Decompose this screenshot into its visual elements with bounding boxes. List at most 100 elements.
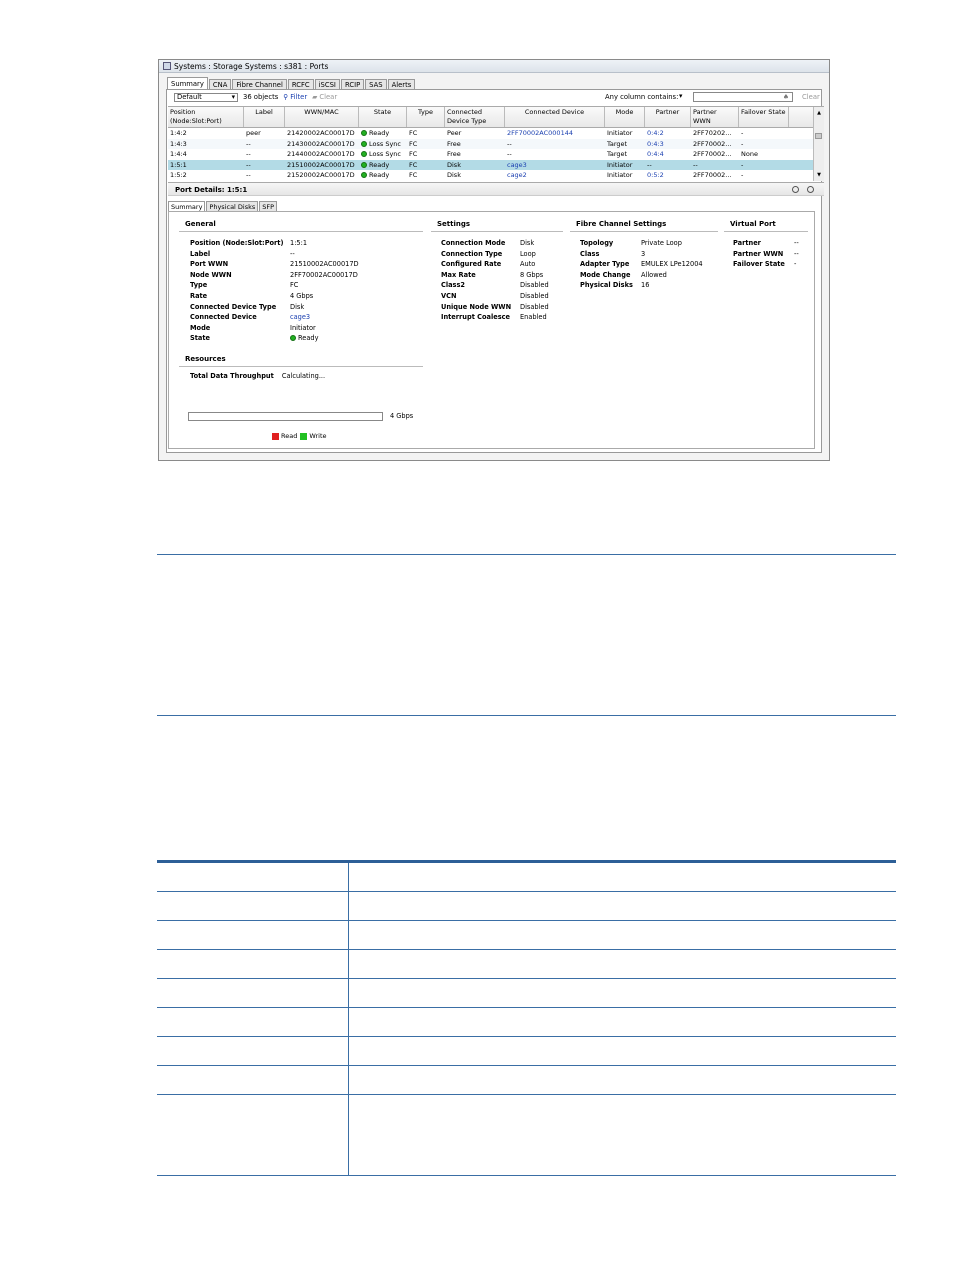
- cell-device: --: [505, 149, 605, 160]
- detail-value-text: Disk: [520, 239, 535, 247]
- cell-wwn-text: 21430002AC00017D: [287, 139, 355, 148]
- scroll-down-icon[interactable]: ▼: [814, 172, 824, 178]
- detail-value-text: 3: [641, 249, 646, 258]
- collapse-icon[interactable]: [792, 186, 799, 193]
- detail-row: Connection Type Loop: [441, 249, 536, 260]
- table-row[interactable]: 1:4:3 -- 21430002AC00017D Loss Sync FC Free --…: [168, 138, 824, 150]
- detail-key: VCN: [441, 291, 457, 300]
- cell-mode-text: Initiator: [607, 129, 633, 137]
- cell-type: FC: [407, 139, 445, 150]
- cell-mode: Target: [605, 139, 645, 150]
- detail-key: Partner WWN: [733, 249, 784, 258]
- cell-mode: Target: [605, 149, 645, 160]
- column-header[interactable]: Connected Device: [505, 107, 605, 127]
- column-header[interactable]: WWN/MAC: [285, 107, 359, 127]
- search-input[interactable]: ♠: [693, 92, 793, 102]
- column-header[interactable]: Connected Device Type: [445, 107, 505, 127]
- view-select[interactable]: Default ▾: [174, 92, 238, 102]
- cell-device-text[interactable]: cage3: [507, 161, 527, 169]
- filter-button[interactable]: ⚲ Filter: [283, 93, 307, 101]
- table-row[interactable]: 1:5:2 -- 21520002AC00017D Ready FC Disk cage2 I…: [168, 170, 824, 181]
- read-label: Read: [281, 432, 298, 440]
- write-swatch: [300, 432, 308, 440]
- cell-wwn: 21420002AC00017D: [285, 128, 359, 139]
- cell-partner-text[interactable]: 0:4:3: [647, 140, 664, 148]
- column-header[interactable]: Partner: [645, 107, 691, 127]
- column-header[interactable]: State: [359, 107, 407, 127]
- detail-row: State Ready: [190, 333, 318, 344]
- cell-device_type: Free: [445, 139, 505, 150]
- expand-icon[interactable]: [807, 186, 814, 193]
- table-row[interactable]: 1:4:2 peer 21420002AC00017D Ready FC Peer 2FF7…: [168, 128, 824, 139]
- column-filter-dropdown-icon[interactable]: ▾: [679, 92, 682, 100]
- general-divider: [179, 231, 423, 232]
- cell-state: Ready: [359, 128, 407, 139]
- table-row: [157, 891, 896, 921]
- detail-value-text: 2FF70002AC00017D: [290, 270, 358, 279]
- cell-partner-text[interactable]: 0:4:4: [647, 150, 664, 158]
- detail-key: Type: [190, 281, 208, 290]
- scroll-thumb[interactable]: [815, 133, 822, 139]
- table-row[interactable]: 1:5:1 -- 21510002AC00017D Ready FC Disk cage3 I…: [168, 159, 824, 171]
- clear-filter-button[interactable]: ▰ Clear: [312, 93, 337, 101]
- detail-value: Ready: [290, 333, 318, 344]
- grid-scrollbar[interactable]: ▲ ▼: [813, 107, 824, 181]
- column-header[interactable]: Label: [244, 107, 285, 127]
- cell-wwn: 21510002AC00017D: [285, 160, 359, 171]
- detail-key: Adapter Type: [580, 260, 630, 269]
- column-header[interactable]: Type: [407, 107, 445, 127]
- throughput-legend: Read Write: [272, 432, 327, 440]
- note-rule-bottom: [157, 715, 896, 716]
- detail-value: -: [794, 259, 796, 270]
- cell-device_type: Free: [445, 149, 505, 160]
- detail-row: Failover State -: [733, 259, 796, 270]
- cell-position-text: 1:4:3: [170, 139, 187, 148]
- column-header[interactable]: Partner WWN: [691, 107, 739, 127]
- cell-partner-text[interactable]: --: [647, 161, 652, 169]
- cell-mode: Initiator: [605, 170, 645, 181]
- detail-value-text: Initiator: [290, 323, 316, 332]
- detail-row: Max Rate 8 Gbps: [441, 270, 543, 281]
- detail-value-text: Disabled: [520, 281, 549, 290]
- detail-value-text: 8 Gbps: [520, 270, 544, 279]
- cell-label-text: --: [246, 150, 251, 158]
- cell-failover-text: -: [741, 171, 744, 179]
- column-header[interactable]: Mode: [605, 107, 645, 127]
- cell-partner_wwn-text: 2FF70002...: [693, 150, 732, 158]
- detail-row: Connected Device Type Disk: [190, 302, 304, 313]
- cell-wwn: 21520002AC00017D: [285, 170, 359, 181]
- column-header[interactable]: Position (Node:Slot:Port): [168, 107, 244, 127]
- search-icon: ♠: [782, 93, 789, 101]
- cell-device-text[interactable]: cage2: [507, 171, 527, 179]
- detail-value[interactable]: cage3: [290, 312, 310, 323]
- cell-partner-text[interactable]: 0:4:2: [647, 129, 664, 137]
- toolbar: Default ▾ 36 objects ⚲ Filter ▰ Clear An…: [167, 90, 821, 104]
- detail-key: Connected Device: [190, 313, 257, 322]
- detail-value: EMULEX LPe12004: [641, 259, 703, 270]
- virtual-port-heading: Virtual Port: [730, 220, 776, 228]
- column-header[interactable]: Failover State: [739, 107, 789, 127]
- scroll-up-icon[interactable]: ▲: [814, 110, 824, 116]
- detail-row: Partner WWN --: [733, 249, 799, 260]
- cell-device-text[interactable]: --: [507, 140, 512, 148]
- table-row: [157, 1065, 896, 1095]
- detail-value: --: [794, 249, 799, 260]
- cell-state-text: Loss Sync: [369, 139, 401, 148]
- cell-partner-text[interactable]: 0:5:2: [647, 171, 664, 179]
- search-clear-button[interactable]: Clear: [802, 93, 820, 101]
- cell-device-text[interactable]: --: [507, 150, 512, 158]
- cell-failover-text: -: [741, 160, 744, 169]
- cell-device_type: Peer: [445, 128, 505, 139]
- eraser-icon: ▰: [312, 93, 318, 101]
- cell-device-text[interactable]: 2FF70002AC000144: [507, 129, 573, 137]
- virtual-port-divider: [724, 231, 808, 232]
- detail-key: Class: [580, 249, 600, 258]
- table-row[interactable]: 1:4:4 -- 21440002AC00017D Loss Sync FC Free --…: [168, 149, 824, 160]
- detail-key: Connected Device Type: [190, 302, 277, 311]
- resources-divider: [179, 366, 423, 367]
- cell-state: Ready: [359, 160, 407, 171]
- cell-state: Ready: [359, 170, 407, 181]
- detail-value-text: Enabled: [520, 313, 547, 322]
- detail-value-text: Auto: [520, 260, 536, 269]
- port-details-header: Port Details: 1:5:1: [168, 182, 824, 196]
